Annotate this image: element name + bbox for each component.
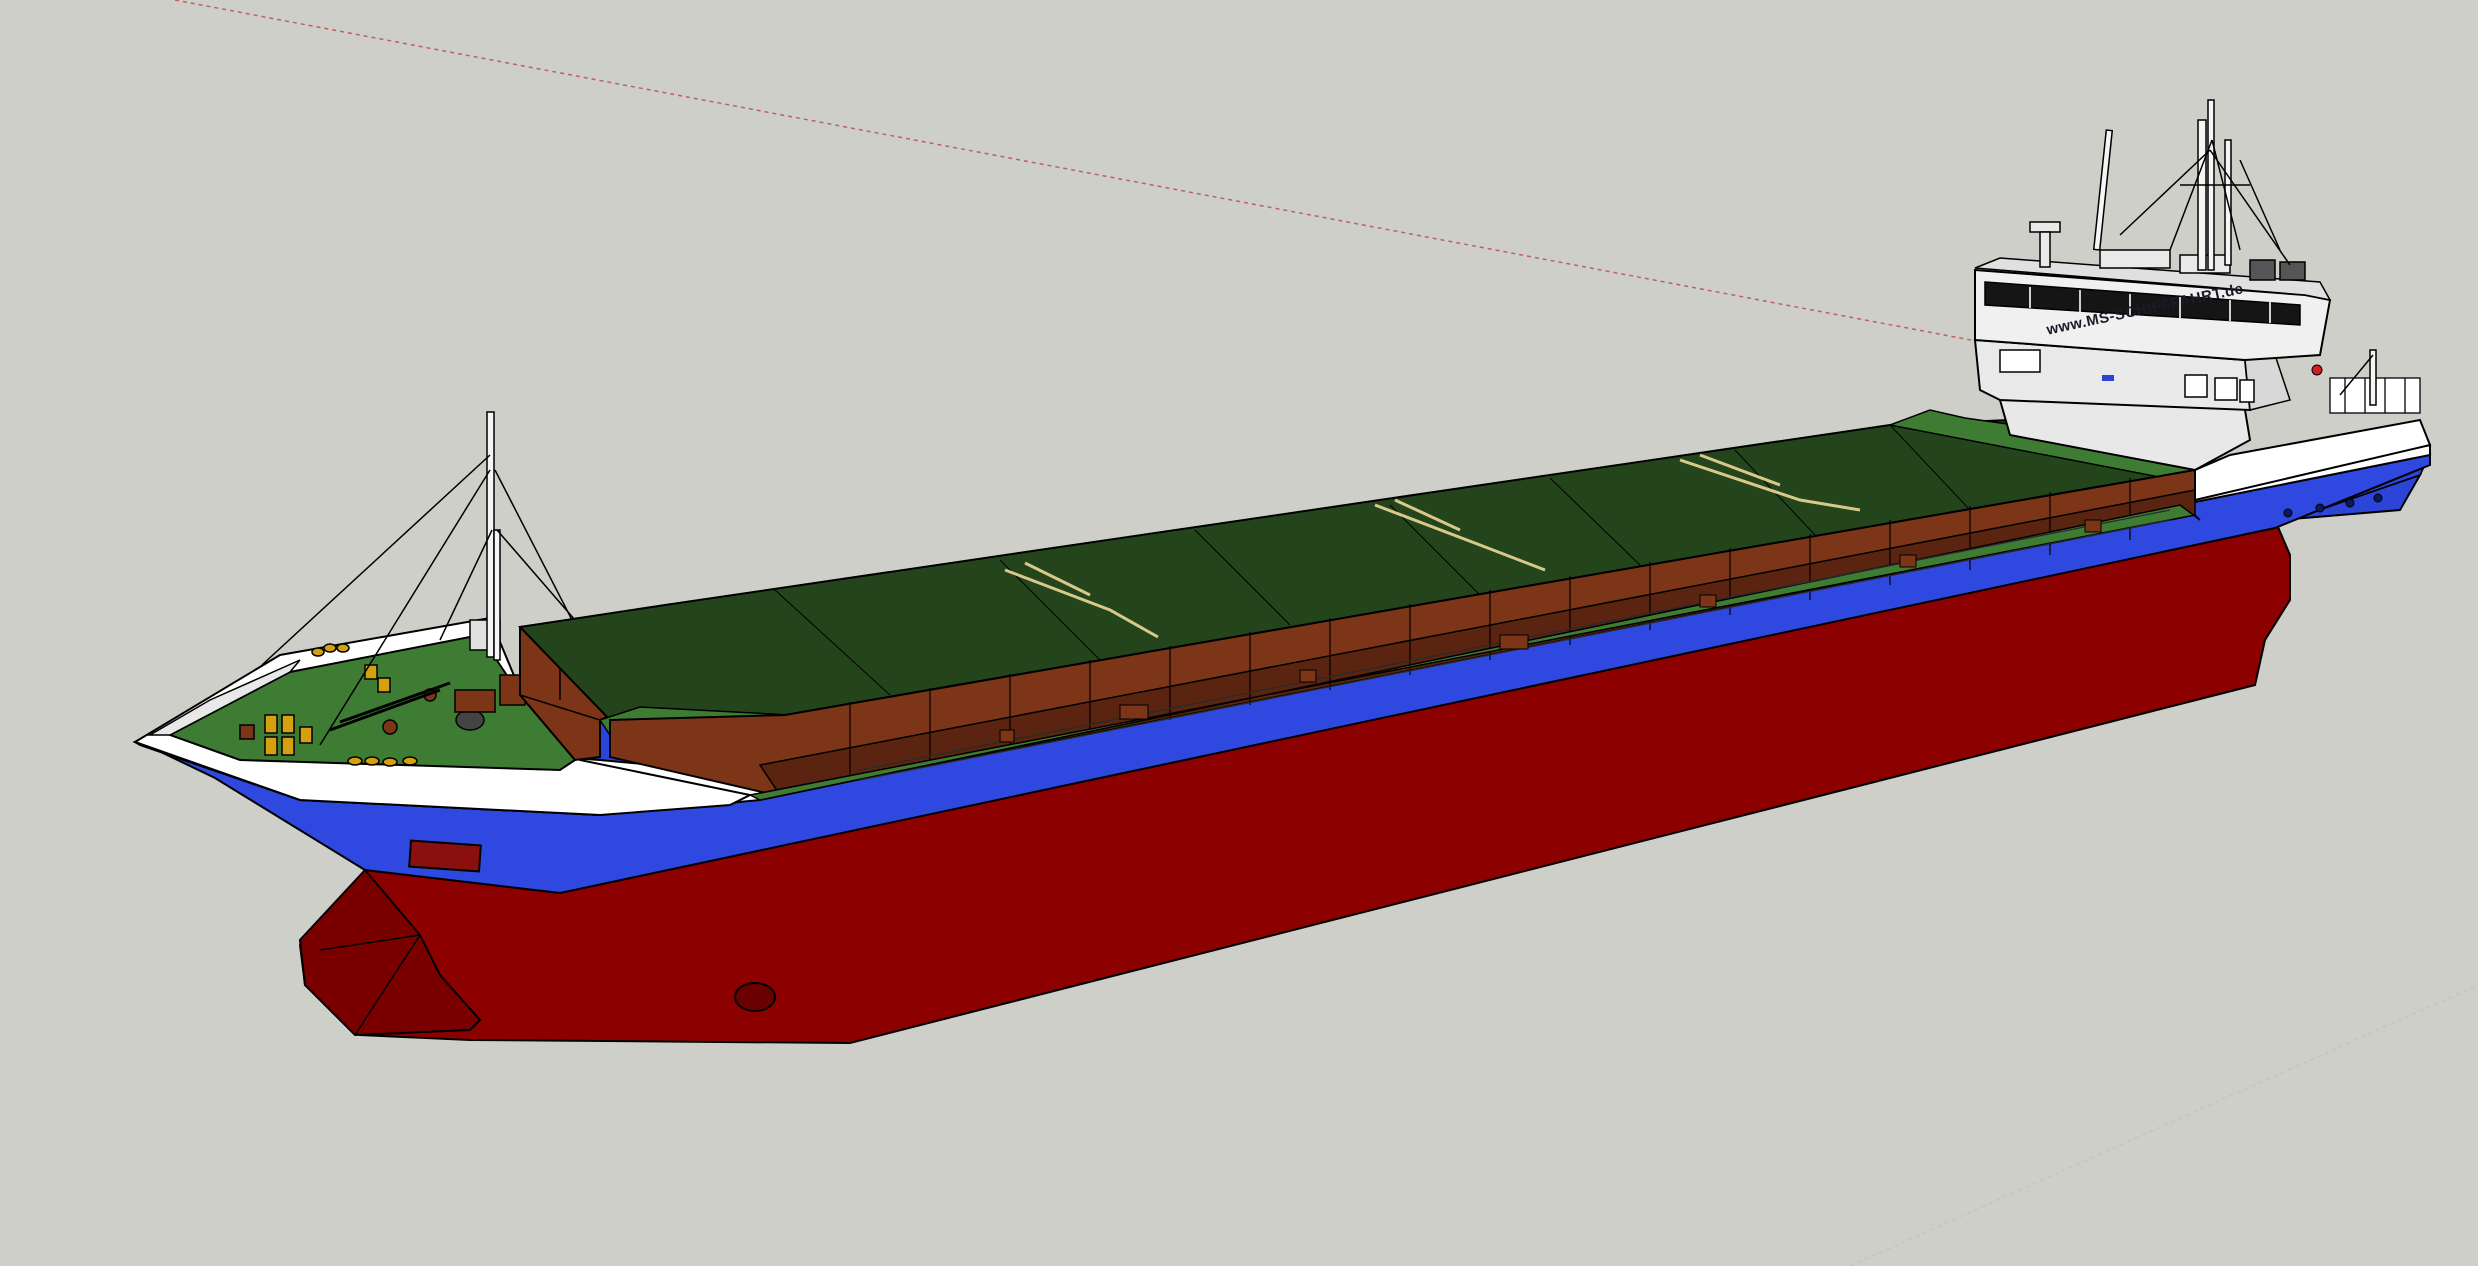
ship-model-canvas[interactable] bbox=[0, 0, 2478, 1266]
green-axis-line bbox=[1849, 984, 2478, 1266]
mainmast bbox=[2092, 99, 2291, 271]
red-axis-line bbox=[174, 0, 2051, 356]
porthole bbox=[2283, 508, 2293, 518]
porthole bbox=[2345, 498, 2355, 508]
bow-thruster bbox=[734, 982, 776, 1012]
flag-marker bbox=[2102, 375, 2114, 381]
hawse-recess bbox=[408, 839, 482, 873]
porthole bbox=[2373, 493, 2383, 503]
red-light bbox=[2311, 364, 2323, 376]
model-viewport[interactable]: www.MS-SCHIFFFAHRT.de bbox=[0, 0, 2478, 1266]
porthole bbox=[2315, 503, 2325, 513]
